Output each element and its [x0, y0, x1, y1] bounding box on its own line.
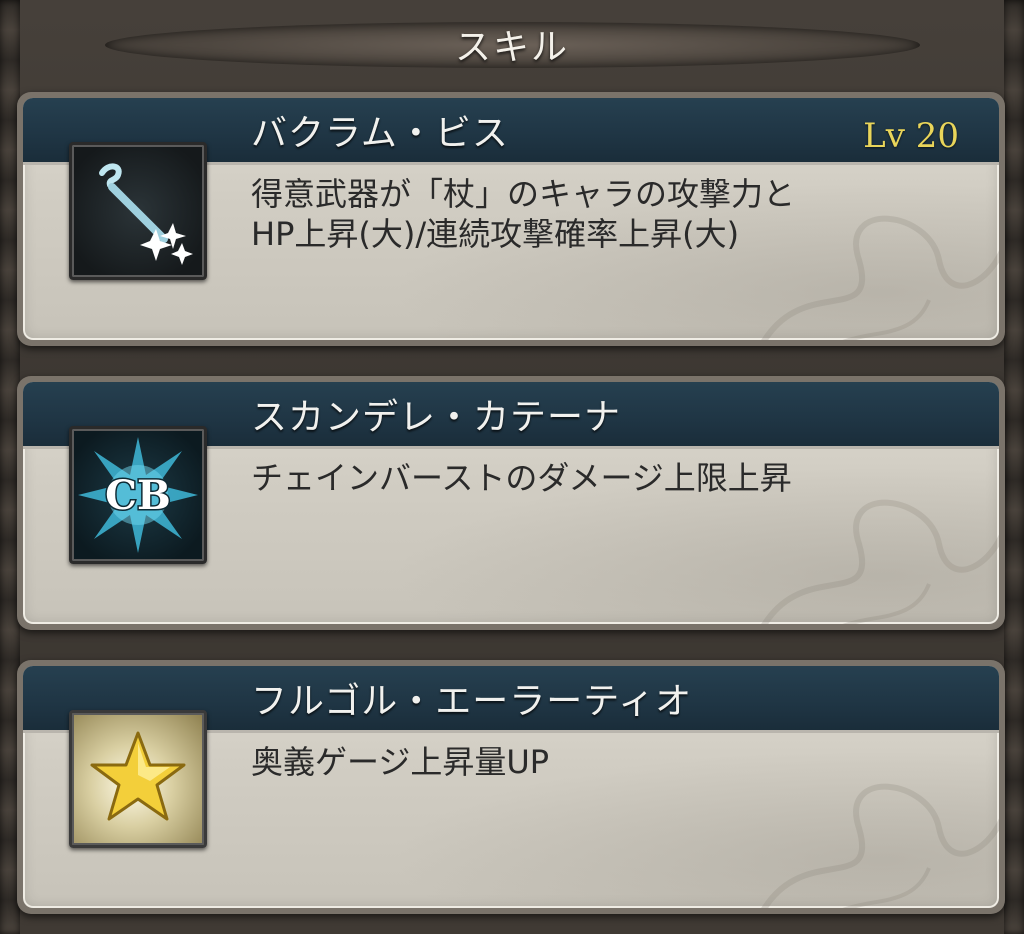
ornament-swirl	[761, 499, 999, 624]
skill-level: Lv 20	[863, 116, 959, 156]
page-title: スキル	[454, 27, 569, 68]
skill-card-3[interactable]: フルゴル・エーラーティオ 奥義ゲージ上昇量UP	[17, 660, 1005, 914]
skill-name: フルゴル・エーラーティオ	[251, 681, 693, 722]
gold-star-icon	[69, 710, 207, 848]
ornament-swirl	[761, 783, 999, 908]
cb-icon-text: CB	[105, 472, 171, 519]
chain-burst-icon: CB	[69, 426, 207, 564]
right-rail	[1004, 0, 1024, 934]
staff-sparkle-icon	[69, 142, 207, 280]
ornament-swirl	[761, 215, 999, 340]
skill-name: バクラム・ビス	[251, 113, 509, 154]
skill-card-1[interactable]: バクラム・ビス Lv 20 得意武器が「杖」のキャラの攻撃力と HP上昇(大)/…	[17, 92, 1005, 346]
skill-card-2[interactable]: スカンデレ・カテーナ チェインバーストのダメージ上限上昇 CB	[17, 376, 1005, 630]
skill-screen: スキル バクラム・ビス Lv 20 得意武器が「杖」のキャラの攻撃力と HP上昇…	[0, 0, 1024, 934]
skill-name: スカンデレ・カテーナ	[251, 397, 622, 438]
header: スキル	[0, 0, 1024, 88]
